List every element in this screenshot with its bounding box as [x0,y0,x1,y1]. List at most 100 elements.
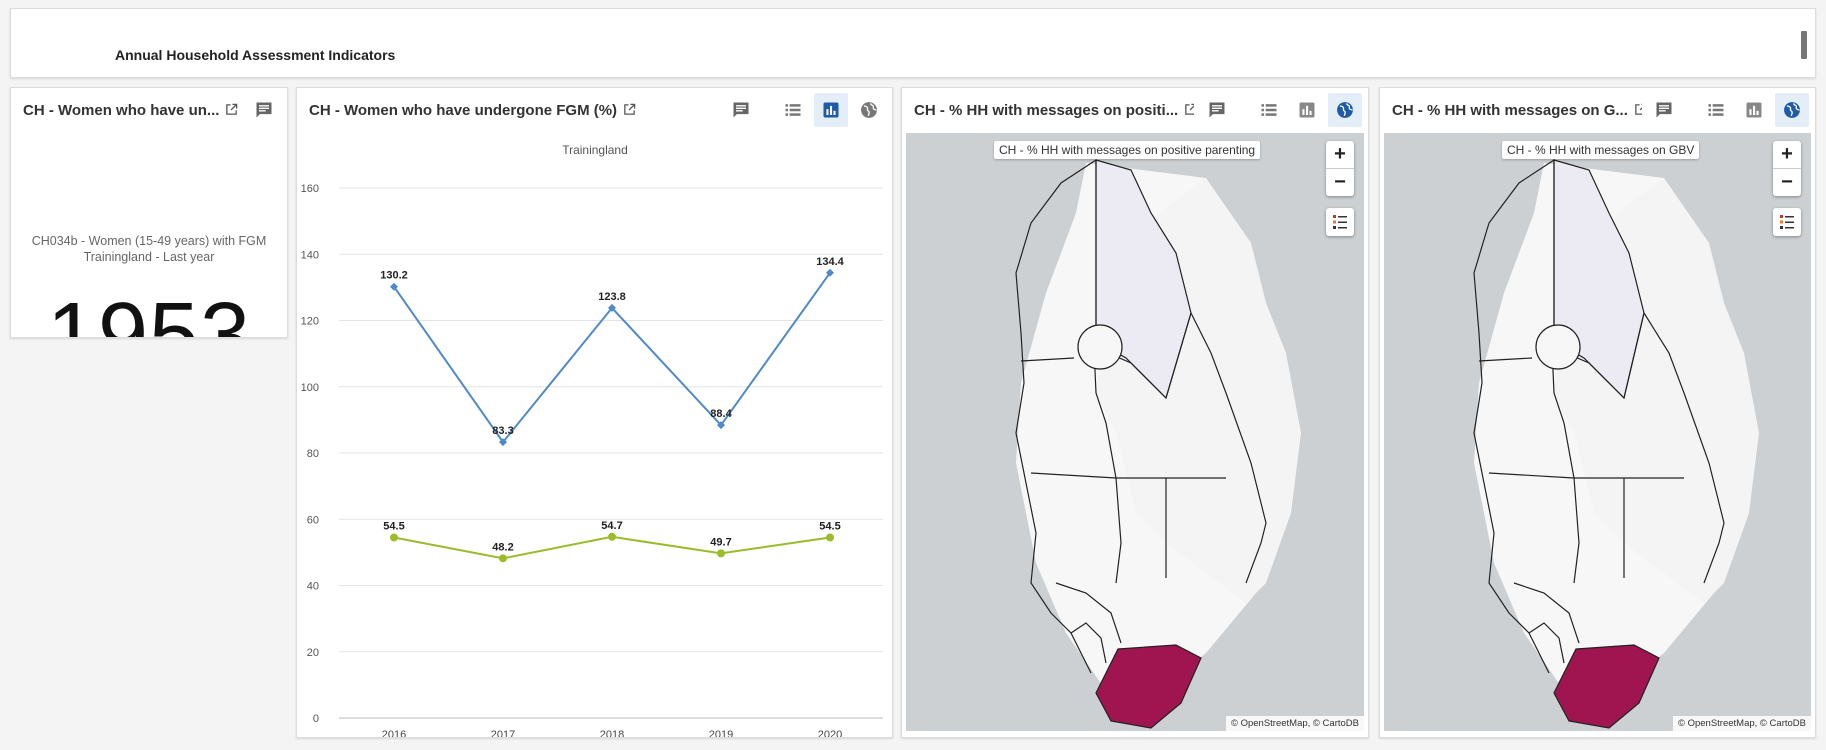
map2-card-title: CH - % HH with messages on G... [1392,102,1642,120]
data-label: 123.8 [598,291,626,303]
dashboard-header: Annual Household Assessment Indicators [10,8,1816,78]
map-attribution: © OpenStreetMap, © CartoDB [1225,716,1364,731]
interpretations-button[interactable] [724,93,758,127]
data-label: 134.4 [816,256,844,268]
x-tick-label: 2017 [491,729,515,738]
y-tick-label: 40 [307,581,319,593]
comment-icon [256,102,272,118]
data-label: 83.3 [492,425,513,437]
table-icon [1261,104,1277,116]
y-tick-label: 60 [307,514,319,526]
globe-icon [861,102,877,118]
data-label: 48.2 [492,541,513,553]
view-as-chart-button[interactable] [1290,93,1324,127]
data-label: 49.7 [710,536,731,548]
zoom-control: + − [1773,141,1801,196]
comment-icon [1209,102,1225,118]
single-value-card-title: CH - Women who have un... [23,102,263,120]
data-point [390,533,398,542]
zoom-out-button[interactable]: − [1326,169,1354,196]
data-point [717,549,725,558]
view-as-map-button[interactable] [1775,93,1809,127]
external-link-icon[interactable] [225,103,238,120]
map-canvas[interactable]: CH - % HH with messages on GBV + − © Ope… [1384,133,1811,731]
interpretations-button[interactable] [247,93,281,127]
x-tick-label: 2019 [709,729,733,738]
view-as-map-button[interactable] [1328,93,1362,127]
external-link-icon[interactable] [1184,103,1194,120]
map-card-gbv: CH - % HH with messages on G... CH - % H… [1379,87,1816,738]
scrollbar-thumb[interactable] [1801,31,1807,59]
y-tick-label: 100 [301,382,319,394]
interpretations-button[interactable] [1647,93,1681,127]
data-label: 54.5 [819,520,840,532]
chart-title: Trainingland [562,143,628,157]
view-as-table-button[interactable] [1252,93,1286,127]
map-attribution: © OpenStreetMap, © CartoDB [1672,716,1811,731]
single-value-number: 1953 [46,285,252,338]
data-label: 88.4 [710,408,732,420]
chart-toolbar [724,93,886,127]
x-tick-label: 2016 [382,729,406,738]
chart-card-title-text: CH - Women who have undergone FGM (%) [309,102,618,119]
y-tick-label: 120 [301,316,319,328]
x-tick-label: 2018 [600,729,624,738]
zoom-in-button[interactable]: + [1326,141,1354,169]
single-value-toolbar [247,93,281,127]
y-tick-label: 160 [301,183,319,195]
line-chart-card: CH - Women who have undergone FGM (%) Tr… [296,87,893,738]
bar-chart-icon [1299,102,1315,118]
data-point [608,532,616,541]
map1-legend-title: CH - % HH with messages on positive pare… [994,141,1261,159]
line-chart: Trainingland 0 20 40 60 80 100 120 140 160 2016 201… [301,143,883,738]
table-icon [1708,104,1724,116]
choropleth-map [1015,159,1301,729]
data-point [499,554,507,563]
legend-icon [1780,215,1794,229]
region-capital [1535,324,1581,370]
y-tick-label: 20 [307,647,319,659]
map1-card-title: CH - % HH with messages on positi... [914,102,1194,120]
data-point [826,533,834,542]
map1-title-text: CH - % HH with messages on positi... [914,102,1179,119]
dashboard-title: Annual Household Assessment Indicators [115,47,396,63]
chart-card-title: CH - Women who have undergone FGM (%) [309,102,636,120]
view-as-chart-button[interactable] [1737,93,1771,127]
data-label: 130.2 [380,270,408,282]
y-tick-label: 0 [313,713,319,725]
map2-toolbar [1647,93,1809,127]
view-as-map-button[interactable] [852,93,886,127]
y-tick-label: 80 [307,448,319,460]
data-label: 54.5 [383,520,404,532]
comment-icon [1656,102,1672,118]
data-label: 54.7 [601,520,622,532]
choropleth-map [1473,159,1759,729]
external-link-icon[interactable] [623,103,636,120]
table-icon [785,104,801,116]
map2-title-text: CH - % HH with messages on G... [1392,102,1628,119]
map-legend-button[interactable] [1773,208,1801,236]
single-value-card: CH - Women who have un... CH034b - Women… [10,87,288,338]
map1-toolbar [1200,93,1362,127]
external-link-icon[interactable] [1634,103,1642,120]
comment-icon [733,102,749,118]
region-capital [1077,324,1123,370]
globe-icon [1784,102,1800,118]
single-value-subtitle: CH034b - Women (15-49 years) with FGM Tr… [11,233,287,265]
map-canvas[interactable]: CH - % HH with messages on positive pare… [906,133,1364,731]
view-as-chart-button[interactable] [814,93,848,127]
interpretations-button[interactable] [1200,93,1234,127]
x-tick-label: 2020 [818,729,842,738]
zoom-out-button[interactable]: − [1773,169,1801,196]
view-as-table-button[interactable] [776,93,810,127]
bar-chart-icon [1746,102,1762,118]
single-value-subtitle-line2: Trainingland - Last year [83,250,215,264]
single-value-title-text: CH - Women who have un... [23,102,220,119]
bar-chart-icon [823,102,839,118]
view-as-table-button[interactable] [1699,93,1733,127]
legend-icon [1333,215,1347,229]
map-legend-button[interactable] [1326,208,1354,236]
globe-icon [1337,102,1353,118]
zoom-in-button[interactable]: + [1773,141,1801,169]
zoom-control: + − [1326,141,1354,196]
